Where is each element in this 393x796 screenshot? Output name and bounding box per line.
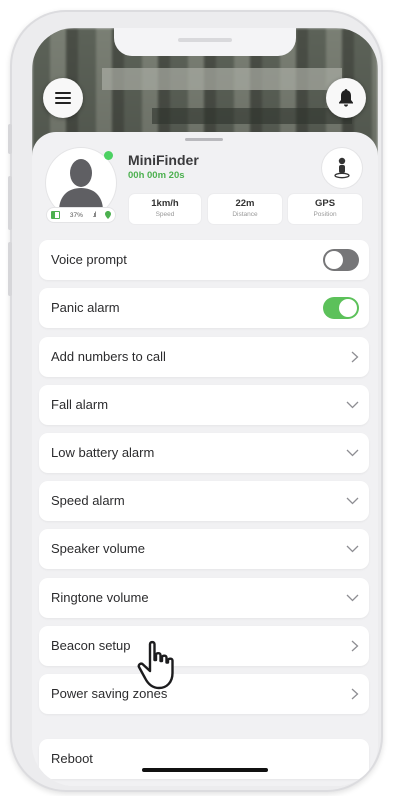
stat-speed: 1km/h Speed bbox=[129, 194, 201, 224]
setting-ringtone-volume[interactable]: Ringtone volume bbox=[39, 578, 369, 618]
setting-fall-alarm[interactable]: Fall alarm bbox=[39, 385, 369, 425]
setting-power-saving-zones[interactable]: Power saving zones bbox=[39, 674, 369, 714]
setting-label: Speed alarm bbox=[51, 493, 125, 508]
device-status-bar: 37% .ıl bbox=[47, 208, 115, 222]
chevron-down-icon bbox=[346, 401, 359, 409]
mute-switch bbox=[8, 124, 12, 154]
speaker-grille bbox=[178, 38, 232, 42]
setting-beacon-setup[interactable]: Beacon setup bbox=[39, 626, 369, 666]
stat-distance-value: 22m bbox=[235, 198, 255, 209]
bottom-sheet: 37% .ıl MiniFinder 00h 00m 20s 1km/h Spe… bbox=[32, 132, 378, 786]
battery-icon bbox=[51, 211, 60, 219]
online-status-dot bbox=[104, 151, 113, 160]
stat-position: GPS Position bbox=[288, 194, 362, 224]
panic-alarm-toggle[interactable] bbox=[323, 297, 359, 319]
setting-label: Fall alarm bbox=[51, 397, 109, 412]
stat-position-value: GPS bbox=[314, 198, 336, 209]
stat-speed-value: 1km/h bbox=[151, 198, 179, 209]
stat-speed-label: Speed bbox=[155, 211, 175, 218]
setting-speed-alarm[interactable]: Speed alarm bbox=[39, 481, 369, 521]
battery-level: 37% bbox=[69, 211, 83, 219]
chevron-down-icon bbox=[346, 545, 359, 553]
home-indicator[interactable] bbox=[142, 768, 268, 772]
setting-label: Speaker volume bbox=[51, 541, 145, 556]
setting-add-numbers[interactable]: Add numbers to call bbox=[39, 337, 369, 377]
hamburger-menu-icon bbox=[55, 92, 71, 104]
setting-label: Reboot bbox=[51, 751, 93, 766]
map-feature bbox=[102, 68, 342, 90]
setting-voice-prompt[interactable]: Voice prompt bbox=[39, 240, 369, 280]
tracking-timer: 00h 00m 20s bbox=[128, 170, 185, 181]
volume-down-button bbox=[8, 242, 12, 296]
stat-distance-label: Distance bbox=[232, 211, 258, 218]
chevron-right-icon bbox=[351, 640, 359, 652]
setting-label: Low battery alarm bbox=[51, 445, 155, 460]
notifications-button[interactable] bbox=[326, 78, 366, 118]
stat-position-label: Position bbox=[313, 211, 337, 218]
menu-button[interactable] bbox=[43, 78, 83, 118]
notch bbox=[114, 28, 296, 56]
setting-label: Panic alarm bbox=[51, 300, 120, 315]
locate-person-button[interactable] bbox=[322, 148, 362, 188]
signal-icon: .ıl bbox=[92, 211, 97, 219]
chevron-down-icon bbox=[346, 594, 359, 602]
app-screen: 37% .ıl MiniFinder 00h 00m 20s 1km/h Spe… bbox=[32, 28, 378, 786]
chevron-down-icon bbox=[346, 497, 359, 505]
person-silhouette-icon bbox=[59, 159, 103, 211]
setting-reboot[interactable]: Reboot bbox=[39, 739, 369, 779]
device-name: MiniFinder bbox=[128, 152, 199, 168]
chevron-right-icon bbox=[351, 351, 359, 363]
location-pin-icon bbox=[105, 211, 111, 219]
setting-label: Voice prompt bbox=[51, 252, 127, 267]
person-pin-icon bbox=[334, 157, 350, 179]
hand-pointer-icon bbox=[137, 640, 174, 690]
voice-prompt-toggle[interactable] bbox=[323, 249, 359, 271]
volume-up-button bbox=[8, 176, 12, 230]
chevron-down-icon bbox=[346, 449, 359, 457]
map-feature bbox=[152, 108, 352, 124]
sheet-drag-handle[interactable] bbox=[185, 138, 223, 141]
setting-label: Ringtone volume bbox=[51, 590, 149, 605]
bell-icon bbox=[339, 89, 353, 107]
setting-low-battery-alarm[interactable]: Low battery alarm bbox=[39, 433, 369, 473]
setting-label: Add numbers to call bbox=[51, 349, 166, 364]
setting-panic-alarm[interactable]: Panic alarm bbox=[39, 288, 369, 328]
setting-speaker-volume[interactable]: Speaker volume bbox=[39, 529, 369, 569]
stat-distance: 22m Distance bbox=[208, 194, 282, 224]
setting-label: Beacon setup bbox=[51, 638, 131, 653]
chevron-right-icon bbox=[351, 688, 359, 700]
